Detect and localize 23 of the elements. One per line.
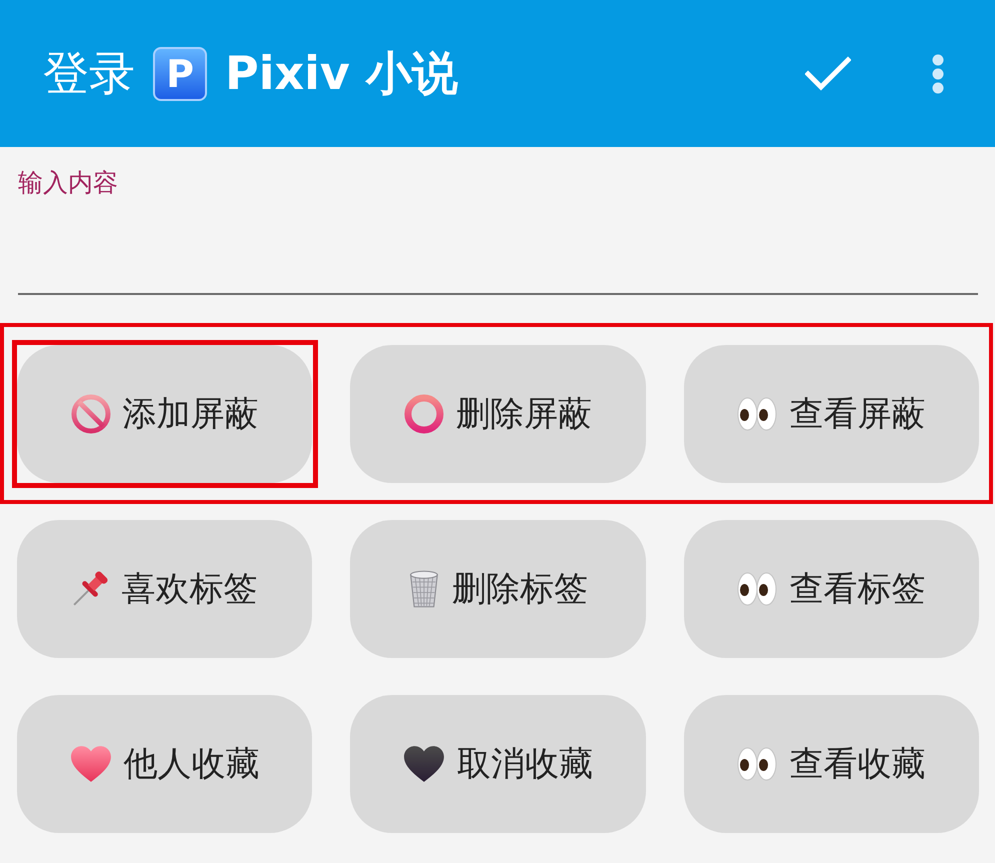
eyes-icon (737, 572, 778, 606)
input-field[interactable]: 输入内容 (18, 167, 978, 295)
action-button[interactable]: 取消收藏 (350, 695, 646, 833)
title-text: Pixiv 小说 (225, 46, 458, 102)
action-button[interactable]: 查看标签 (684, 520, 979, 658)
overflow-menu-icon[interactable] (932, 54, 944, 94)
action-button[interactable]: 添加屏蔽 (17, 345, 312, 483)
title-text: 登录 (43, 46, 135, 102)
action-button[interactable]: 删除标签 (350, 520, 646, 658)
heart-icon (70, 745, 112, 783)
action-button[interactable]: 查看收藏 (684, 695, 979, 833)
action-button[interactable]: 喜欢标签 (17, 520, 312, 658)
letter-badge: P (153, 46, 207, 100)
ring-icon (404, 394, 444, 434)
action-button[interactable]: 查看屏蔽 (684, 345, 979, 483)
action-button[interactable]: 他人收藏 (17, 695, 312, 833)
check-icon[interactable] (805, 56, 851, 92)
action-button[interactable]: 删除屏蔽 (350, 345, 646, 483)
eyes-icon (737, 747, 778, 781)
eyes-icon (737, 397, 778, 431)
heart-icon (402, 745, 445, 783)
wastebasket-icon (408, 569, 440, 609)
prohibited-icon (70, 394, 111, 434)
